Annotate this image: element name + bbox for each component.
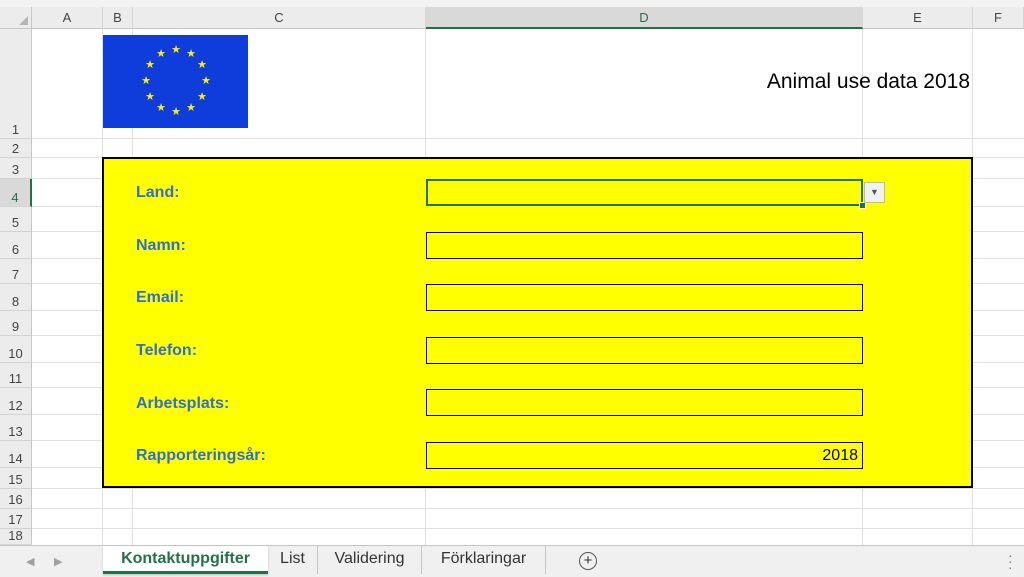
star-icon: ★ [171, 105, 181, 118]
row-header-18[interactable]: 18 [0, 528, 32, 545]
arbetsplats-label: Arbetsplats: [136, 395, 230, 412]
contact-form-panel [102, 157, 973, 488]
land-label: Land: [136, 184, 180, 201]
rapporteringsar-field[interactable]: 2018 [426, 442, 863, 469]
rapporteringsar-label: Rapporteringsår: [136, 447, 266, 464]
star-icon: ★ [156, 101, 166, 114]
sheet-tab-bar: ◀ ▶ Kontaktuppgifter List Validering För… [0, 545, 1024, 577]
tab-forklaringar[interactable]: Förklaringar [422, 546, 546, 574]
row-header-7[interactable]: 7 [0, 259, 32, 284]
telefon-label: Telefon: [136, 342, 198, 359]
row-header-10[interactable]: 10 [0, 336, 32, 363]
email-label: Email: [136, 289, 185, 306]
page-title: Animal use data 2018 [766, 70, 970, 93]
row-header-3[interactable]: 3 [0, 158, 32, 179]
arbetsplats-field[interactable] [426, 389, 863, 416]
star-icon: ★ [141, 74, 151, 87]
gridline [32, 508, 1024, 509]
gridline [32, 138, 1024, 139]
email-field[interactable] [426, 284, 863, 311]
fill-handle[interactable] [859, 202, 866, 209]
star-icon: ★ [186, 47, 196, 60]
star-icon: ★ [156, 47, 166, 60]
row-header-4[interactable]: 4 [0, 179, 32, 207]
row-header-12[interactable]: 12 [0, 388, 32, 415]
star-icon: ★ [197, 58, 207, 71]
column-header-f[interactable]: F [973, 7, 1024, 29]
gridline [32, 528, 1024, 529]
top-strip [0, 0, 1024, 7]
row-header-15[interactable]: 15 [0, 468, 32, 489]
telefon-field[interactable] [426, 337, 863, 364]
row-header-2[interactable]: 2 [0, 139, 32, 158]
tab-list[interactable]: List [268, 546, 318, 574]
star-icon: ★ [171, 43, 181, 56]
plus-circle-icon[interactable]: + [579, 552, 597, 570]
column-header-b[interactable]: B [103, 7, 133, 29]
row-header-16[interactable]: 16 [0, 489, 32, 509]
star-icon: ★ [197, 90, 207, 103]
row-header-9[interactable]: 9 [0, 311, 32, 336]
tab-kontaktuppgifter[interactable]: Kontaktuppgifter [103, 546, 268, 574]
dropdown-arrow-icon[interactable]: ▼ [864, 182, 885, 203]
star-icon: ★ [145, 58, 155, 71]
scroll-tabs-right-icon[interactable]: ▶ [54, 555, 62, 568]
scroll-tabs-left-icon[interactable]: ◀ [26, 555, 34, 568]
column-header-a[interactable]: A [32, 7, 103, 29]
tab-validering[interactable]: Validering [318, 546, 422, 574]
column-header-c[interactable]: C [133, 7, 426, 29]
star-icon: ★ [145, 90, 155, 103]
row-header-14[interactable]: 14 [0, 441, 32, 468]
row-header-1[interactable]: 1 [0, 29, 32, 139]
row-header-17[interactable]: 17 [0, 509, 32, 529]
star-icon: ★ [186, 101, 196, 114]
more-options-icon[interactable]: · · · [1008, 548, 1013, 574]
gridline [32, 488, 1024, 489]
row-header-6[interactable]: 6 [0, 232, 32, 259]
column-header-e[interactable]: E [863, 7, 973, 29]
column-header-d[interactable]: D [426, 7, 863, 29]
land-dropdown-cell[interactable] [426, 179, 863, 206]
row-header-13[interactable]: 13 [0, 415, 32, 441]
namn-label: Namn: [136, 237, 186, 254]
row-header-11[interactable]: 11 [0, 363, 32, 388]
row-header-8[interactable]: 8 [0, 284, 32, 311]
row-header-5[interactable]: 5 [0, 207, 32, 232]
select-all-button[interactable] [0, 7, 32, 29]
namn-field[interactable] [426, 232, 863, 259]
star-icon: ★ [201, 74, 211, 87]
eu-flag-icon: ★ ★ ★ ★ ★ ★ ★ ★ ★ ★ ★ ★ [103, 35, 248, 128]
